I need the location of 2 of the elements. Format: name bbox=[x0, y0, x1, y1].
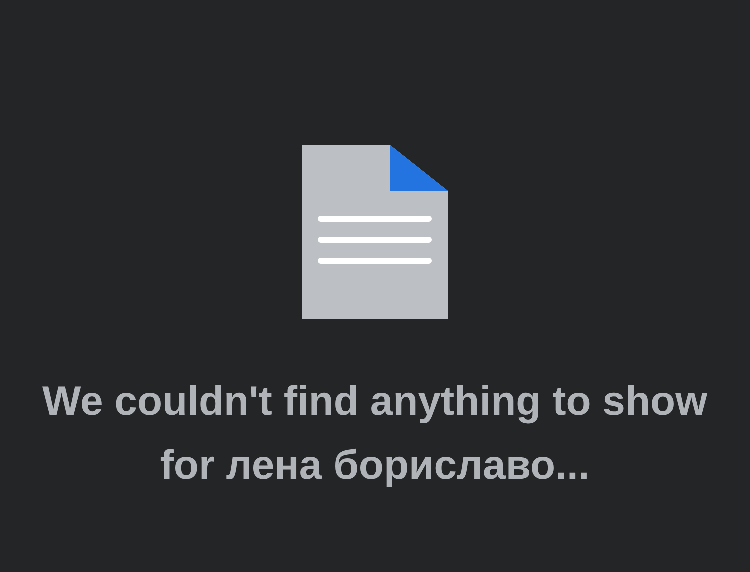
empty-message: We couldn't find anything to show for лена бориславо... bbox=[42, 377, 708, 490]
document-icon bbox=[302, 145, 448, 319]
